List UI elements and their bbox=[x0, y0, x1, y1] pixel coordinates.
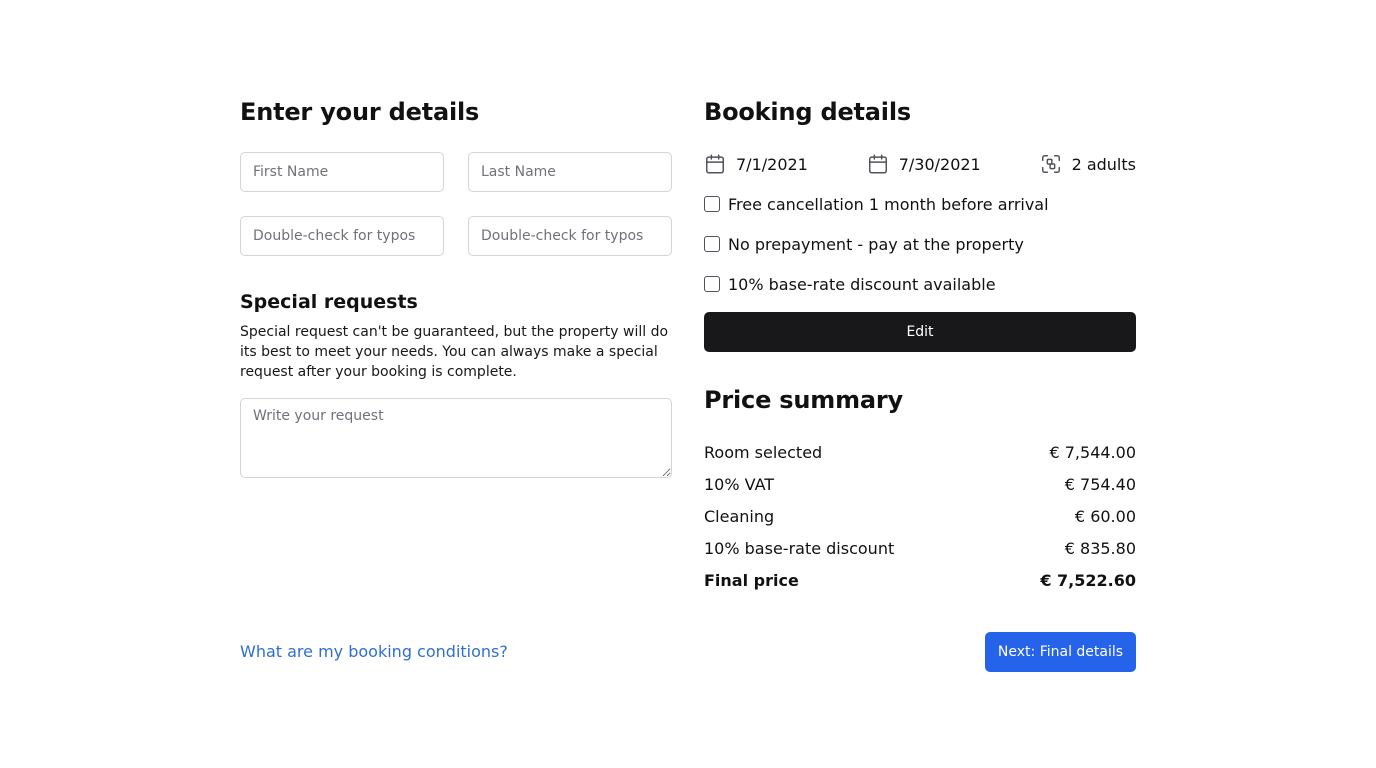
booking-summary-row: 7/1/2021 7/30/2021 2 adults bbox=[704, 152, 1136, 176]
price-row-final: Final price € 7,522.60 bbox=[704, 564, 1136, 596]
price-label: Room selected bbox=[704, 442, 823, 462]
check-in-text: 7/1/2021 bbox=[736, 154, 808, 174]
special-request-textarea[interactable] bbox=[240, 398, 672, 478]
special-requests-description: Special request can't be guaranteed, but… bbox=[240, 324, 669, 380]
price-row-room: Room selected € 7,544.00 bbox=[704, 436, 1136, 468]
price-label: 10% base-rate discount bbox=[704, 538, 895, 558]
users-icon bbox=[1040, 153, 1062, 175]
last-name-input[interactable] bbox=[468, 152, 672, 192]
next-final-details-button[interactable]: Next: Final details bbox=[985, 632, 1136, 672]
price-summary-list: Room selected € 7,544.00 10% VAT € 754.4… bbox=[704, 436, 1136, 596]
price-row-vat: 10% VAT € 754.40 bbox=[704, 468, 1136, 500]
booking-options: Free cancellation 1 month before arrival… bbox=[704, 184, 1136, 304]
details-column: Enter your details Special requests Spec… bbox=[240, 96, 672, 482]
price-value: € 754.40 bbox=[1064, 474, 1136, 494]
check-in-date: 7/1/2021 bbox=[704, 153, 808, 175]
no-prepayment-label: No prepayment - pay at the property bbox=[728, 234, 1024, 254]
option-base-rate-discount[interactable]: 10% base-rate discount available bbox=[704, 264, 1136, 304]
booking-page: Enter your details Special requests Spec… bbox=[0, 0, 1376, 768]
booking-conditions-link[interactable]: What are my booking conditions? bbox=[240, 640, 508, 664]
price-value: € 60.00 bbox=[1074, 506, 1136, 526]
price-value: € 7,544.00 bbox=[1049, 442, 1136, 462]
price-label: Cleaning bbox=[704, 506, 775, 526]
option-no-prepayment[interactable]: No prepayment - pay at the property bbox=[704, 224, 1136, 264]
last-name-confirm-input[interactable] bbox=[468, 216, 672, 256]
price-label: 10% VAT bbox=[704, 474, 775, 494]
calendar-icon bbox=[867, 153, 889, 175]
calendar-icon bbox=[704, 153, 726, 175]
free-cancellation-checkbox[interactable] bbox=[704, 196, 720, 212]
first-name-confirm-input[interactable] bbox=[240, 216, 444, 256]
final-price-value: € 7,522.60 bbox=[1040, 570, 1136, 590]
special-requests-title: Special requests bbox=[240, 291, 418, 313]
check-out-text: 7/30/2021 bbox=[898, 154, 981, 174]
check-out-date: 7/30/2021 bbox=[867, 153, 981, 175]
edit-button[interactable]: Edit bbox=[704, 312, 1136, 352]
guest-count: 2 adults bbox=[1040, 153, 1136, 175]
free-cancellation-label: Free cancellation 1 month before arrival bbox=[728, 194, 1049, 214]
price-row-discount: 10% base-rate discount € 835.80 bbox=[704, 532, 1136, 564]
booking-title: Booking details bbox=[704, 98, 911, 126]
price-summary-title: Price summary bbox=[704, 386, 903, 414]
final-price-label: Final price bbox=[704, 570, 799, 590]
price-value: € 835.80 bbox=[1064, 538, 1136, 558]
name-fields bbox=[240, 152, 672, 256]
guest-count-text: 2 adults bbox=[1071, 154, 1136, 174]
price-row-cleaning: Cleaning € 60.00 bbox=[704, 500, 1136, 532]
details-title: Enter your details bbox=[240, 98, 480, 126]
base-rate-discount-label: 10% base-rate discount available bbox=[728, 274, 996, 294]
no-prepayment-checkbox[interactable] bbox=[704, 236, 720, 252]
first-name-input[interactable] bbox=[240, 152, 444, 192]
option-free-cancellation[interactable]: Free cancellation 1 month before arrival bbox=[704, 184, 1136, 224]
base-rate-discount-checkbox[interactable] bbox=[704, 276, 720, 292]
booking-column: Booking details 7/1/2021 7/30/2021 2 adu… bbox=[704, 96, 1136, 596]
